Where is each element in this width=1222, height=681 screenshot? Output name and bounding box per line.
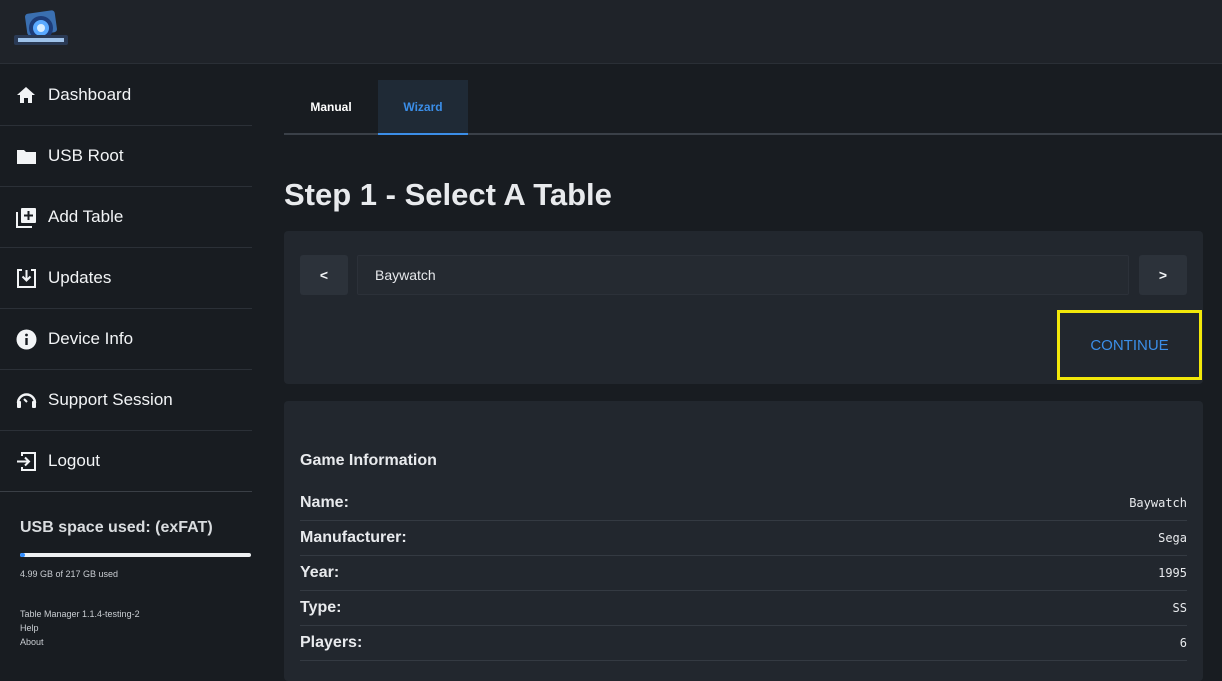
game-information-card: Game Information Name: Baywatch Manufact… xyxy=(284,401,1203,681)
main-content: Manual Wizard Step 1 - Select A Table < … xyxy=(284,65,1222,681)
usb-space-title: USB space used: (exFAT) xyxy=(20,519,213,536)
info-row-type: Type: SS xyxy=(300,591,1187,626)
sidebar-item-device-info[interactable]: Device Info xyxy=(0,309,252,370)
info-row-name: Name: Baywatch xyxy=(300,486,1187,521)
table-select-field[interactable]: Baywatch xyxy=(357,255,1129,295)
game-information-heading: Game Information xyxy=(300,452,437,469)
sidebar-item-label: Updates xyxy=(48,268,112,287)
about-link[interactable]: About xyxy=(20,637,44,647)
info-key: Players: xyxy=(300,634,363,651)
headset-icon xyxy=(15,389,37,411)
table-selector-card: < Baywatch > CONTINUE xyxy=(284,231,1203,384)
sidebar-item-label: Logout xyxy=(48,451,100,470)
tab-wizard[interactable]: Wizard xyxy=(378,80,468,135)
info-row-year: Year: 1995 xyxy=(300,556,1187,591)
sidebar-item-label: Dashboard xyxy=(48,85,132,104)
mode-tabs: Manual Wizard xyxy=(284,80,1222,135)
sidebar-item-label: Device Info xyxy=(48,329,134,348)
home-icon xyxy=(15,84,37,106)
info-key: Name: xyxy=(300,494,349,511)
info-row-manufacturer: Manufacturer: Sega xyxy=(300,521,1187,556)
sidebar-item-logout[interactable]: Logout xyxy=(0,431,252,492)
download-box-icon xyxy=(15,267,37,289)
help-link[interactable]: Help xyxy=(20,623,39,633)
top-app-bar xyxy=(0,0,1222,64)
logout-icon xyxy=(15,450,37,472)
info-value: SS xyxy=(1172,601,1187,615)
info-value: 1995 xyxy=(1158,566,1187,580)
sidebar-item-label: Support Session xyxy=(48,390,173,409)
usb-usage-bar-fill xyxy=(20,553,26,557)
sidebar-item-support-session[interactable]: Support Session xyxy=(0,370,252,431)
continue-button[interactable]: CONTINUE xyxy=(1057,310,1202,380)
info-value: 6 xyxy=(1179,636,1187,650)
usb-usage-text: 4.99 GB of 217 GB used xyxy=(20,569,119,579)
info-row-players: Players: 6 xyxy=(300,626,1187,661)
app-version: Table Manager 1.1.4-testing-2 xyxy=(20,609,140,619)
folder-icon xyxy=(15,145,37,167)
usb-usage-bar xyxy=(20,553,251,557)
previous-table-button[interactable]: < xyxy=(300,255,348,295)
info-key: Manufacturer: xyxy=(300,529,407,546)
add-library-icon xyxy=(15,206,37,228)
table-manager-logo[interactable] xyxy=(10,8,72,52)
page-title: Step 1 - Select A Table xyxy=(284,177,612,212)
sidebar: Dashboard USB Root Add Table Updates Dev… xyxy=(0,65,252,668)
sidebar-item-add-table[interactable]: Add Table xyxy=(0,187,252,248)
info-icon xyxy=(15,328,37,350)
info-key: Type: xyxy=(300,599,342,616)
sidebar-item-usb-root[interactable]: USB Root xyxy=(0,126,252,187)
info-value: Baywatch xyxy=(1129,496,1187,510)
next-table-button[interactable]: > xyxy=(1139,255,1187,295)
sidebar-item-updates[interactable]: Updates xyxy=(0,248,252,309)
tab-manual[interactable]: Manual xyxy=(284,80,378,134)
info-key: Year: xyxy=(300,564,340,581)
sidebar-item-label: USB Root xyxy=(48,146,124,165)
info-value: Sega xyxy=(1158,531,1187,545)
sidebar-item-label: Add Table xyxy=(48,207,124,226)
sidebar-item-dashboard[interactable]: Dashboard xyxy=(0,65,252,126)
